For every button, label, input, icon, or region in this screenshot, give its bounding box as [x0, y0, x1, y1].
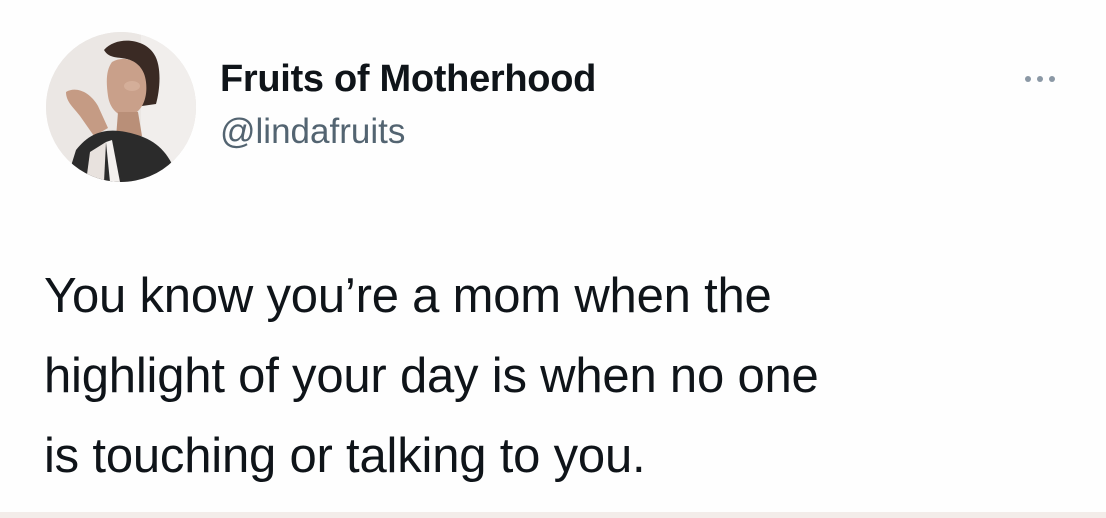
more-horizontal-icon [1025, 76, 1055, 82]
profile-photo-image [46, 32, 196, 182]
tweet-card: Fruits of Motherhood @lindafruits You kn… [0, 0, 1106, 518]
tweet-text-line: highlight of your day is when no one [44, 349, 819, 403]
bottom-divider [0, 512, 1106, 518]
more-options-button[interactable] [1010, 62, 1070, 96]
tweet-text: You know you’re a mom when the highlight… [44, 256, 1064, 496]
avatar[interactable] [46, 32, 196, 182]
tweet-text-line: is touching or talking to you. [44, 429, 646, 483]
author-handle[interactable]: @lindafruits [220, 112, 405, 152]
tweet-text-line: You know you’re a mom when the [44, 269, 772, 323]
author-display-name[interactable]: Fruits of Motherhood [220, 58, 596, 101]
